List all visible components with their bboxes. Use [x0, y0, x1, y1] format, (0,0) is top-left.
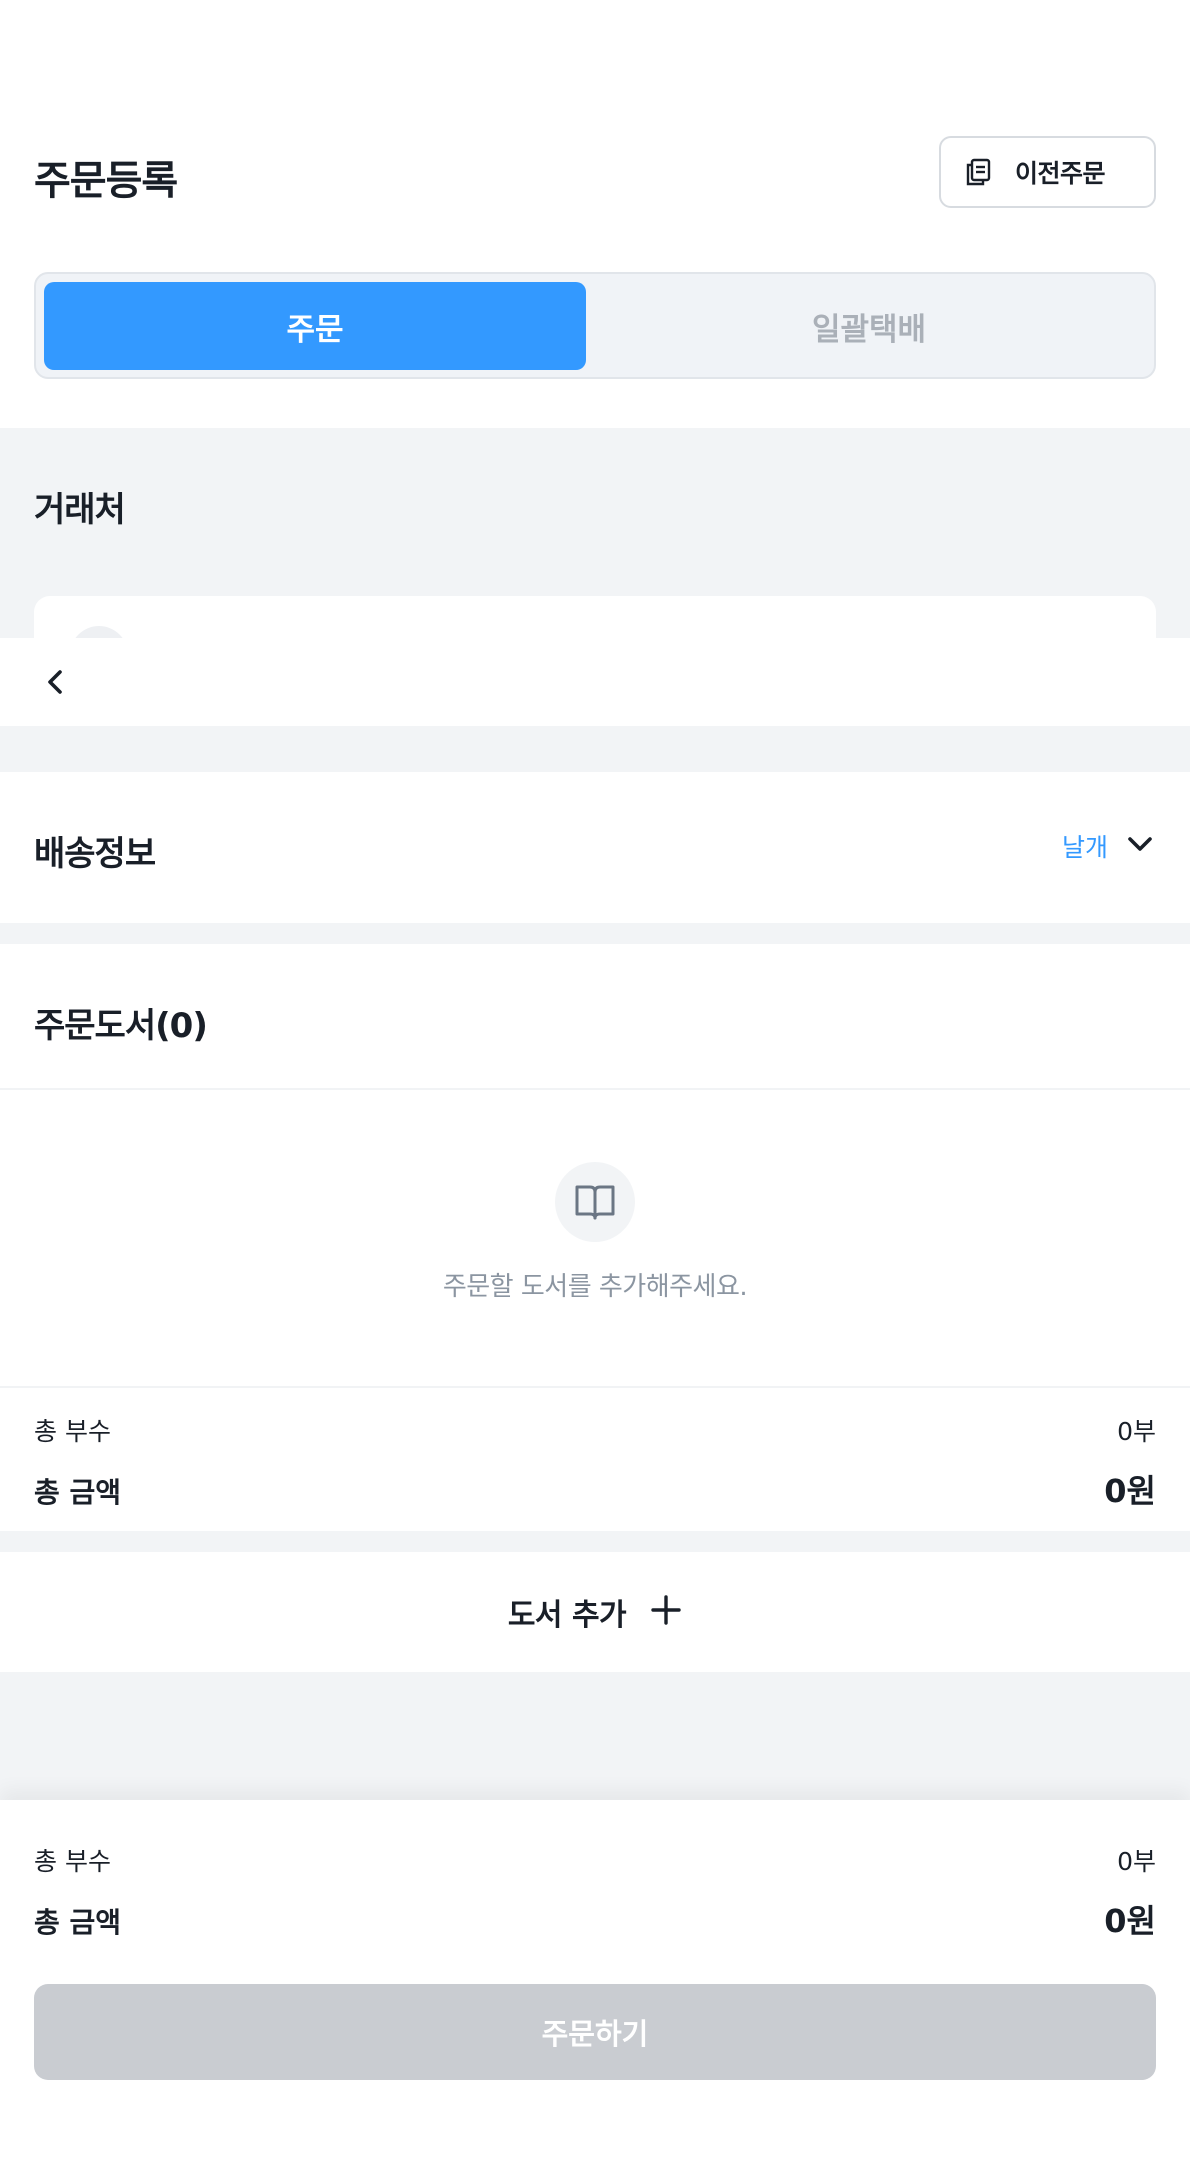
footer-total-count-row: 총 부수 0부	[34, 1842, 1156, 1878]
divider	[0, 1088, 1190, 1090]
plus-icon	[650, 1594, 682, 1630]
page-title: 주문등록	[34, 158, 178, 204]
previous-order-label: 이전주문	[1015, 159, 1106, 188]
total-count-value: 0부	[1117, 1417, 1156, 1446]
divider	[0, 1386, 1190, 1388]
copy-icon	[965, 158, 991, 186]
previous-order-button[interactable]: 이전주문	[939, 136, 1156, 208]
books-total-amount-row: 총 금액 0원	[34, 1466, 1156, 1512]
chevron-down-icon	[1126, 834, 1154, 858]
order-type-segment: 주문 일괄택배	[34, 272, 1156, 379]
total-amount-label: 총 금액	[34, 1476, 122, 1509]
delivery-toggle-label: 날개	[1061, 833, 1108, 862]
footer-total-amount-label: 총 금액	[34, 1906, 122, 1939]
footer-total-amount-value: 0원	[1104, 1902, 1156, 1940]
footer-total-amount-row: 총 금액 0원	[34, 1896, 1156, 1942]
books-total-count-row: 총 부수 0부	[34, 1412, 1156, 1448]
tab-order[interactable]: 주문	[44, 282, 586, 370]
empty-books-message: 주문할 도서를 추가해주세요.	[442, 1272, 748, 1302]
total-count-label: 총 부수	[34, 1417, 111, 1446]
footer-total-count-label: 총 부수	[34, 1847, 111, 1876]
partner-card[interactable]	[34, 596, 1156, 684]
partner-section-title: 거래처	[34, 490, 126, 530]
ordered-books-title: 주문도서(0)	[34, 1006, 208, 1046]
delivery-info-title: 배송정보	[34, 834, 156, 874]
delivery-info-toggle[interactable]: 날개	[1062, 828, 1154, 864]
back-arrow-icon[interactable]	[42, 666, 70, 702]
add-book-label: 도서 추가	[507, 1598, 627, 1633]
total-amount-value: 0원	[1104, 1472, 1156, 1510]
header: 주문등록 이전주문 주문 일괄택배	[0, 0, 1190, 428]
footer-total-count-value: 0부	[1117, 1847, 1156, 1876]
back-bar	[0, 638, 1190, 726]
tab-bulk-delivery[interactable]: 일괄택배	[592, 282, 1146, 370]
place-order-button[interactable]: 주문하기	[34, 1984, 1156, 2080]
add-book-button[interactable]: 도서 추가	[0, 1552, 1190, 1672]
ordered-books-section: 주문도서(0) 주문할 도서를 추가해주세요. 총 부수 0부 총 금액 0원	[0, 944, 1190, 1531]
delivery-info-section: 배송정보 날개	[0, 772, 1190, 923]
order-registration-page: 주문등록 이전주문 주문 일괄택배 거래처 배송정보 날개 주문도서(0) 주문…	[0, 0, 1190, 2160]
bottom-summary-bar: 총 부수 0부 총 금액 0원 주문하기	[0, 1800, 1190, 2160]
book-icon	[555, 1162, 635, 1242]
